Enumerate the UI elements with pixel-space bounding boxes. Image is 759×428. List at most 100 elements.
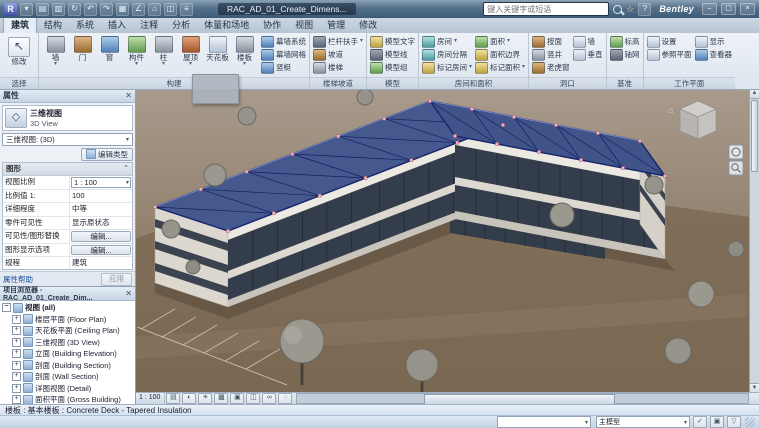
ribbon-tab[interactable]: 插入 [101,17,133,33]
redo-icon[interactable]: ↷ [100,3,113,16]
tree-item[interactable]: + 楼层平面 (Floor Plan) [0,314,135,326]
ribbon-tab[interactable]: 结构 [37,17,69,33]
ribbon-button[interactable]: 幕墙系统 [261,35,306,48]
tree-item[interactable]: + 三维视图 (3D View) [0,337,135,349]
ribbon-tab[interactable]: 建筑 [3,16,37,33]
ribbon-button[interactable]: 按面 [532,35,570,48]
expander-icon[interactable]: + [12,395,21,404]
apply-button[interactable]: 应用 [101,273,132,286]
expander-icon[interactable]: + [12,384,21,393]
measure-icon[interactable]: ∠ [132,3,145,16]
ribbon-button[interactable]: 老虎窗 [532,61,570,74]
ribbon-tab[interactable]: 管理 [320,17,352,33]
sync-icon[interactable]: ↻ [68,3,81,16]
ribbon-button[interactable]: 查看器 [695,48,733,61]
tree-item[interactable]: − 视图 (all) [0,302,135,314]
visual-style-icon[interactable] [182,393,196,404]
ribbon-button[interactable]: 竖梃 [261,61,306,74]
ribbon-tab[interactable]: 分析 [165,17,197,33]
vertical-scrollbar[interactable]: ▲ ▼ [749,89,759,393]
ribbon-tab[interactable]: 注释 [133,17,165,33]
ribbon-button[interactable]: 构件 ▾ [123,35,150,67]
close-button[interactable]: × [740,3,755,15]
ribbon-button[interactable]: 坡道 [313,48,363,61]
ribbon-button[interactable]: 竖井 [532,48,570,61]
ribbon-tab[interactable]: 系统 [69,17,101,33]
section-icon[interactable]: ◫ [164,3,177,16]
project-browser-header[interactable]: 项目浏览器 - RAC_AD_01_Create_Dim... ✕ [0,287,135,301]
editable-only-icon[interactable]: ✓ [693,416,707,428]
properties-header[interactable]: 属性 ✕ [0,89,135,103]
ribbon-tab[interactable]: 修改 [352,17,384,33]
ribbon-button[interactable]: 栏杆扶手 ▾ [313,35,363,48]
ribbon-button[interactable]: 面积边界 [475,48,525,61]
temporary-hide-isolate-icon[interactable] [262,393,276,404]
help-icon[interactable]: ? [638,3,651,16]
ribbon-button[interactable]: 面积 ▾ [475,35,525,48]
ribbon-button[interactable]: 显示 [695,35,733,48]
detail-level-icon[interactable] [166,393,180,404]
filter-icon[interactable]: ▽ [727,416,741,428]
crop-region-icon[interactable] [246,393,260,404]
tree-item[interactable]: + 天花板平面 (Ceiling Plan) [0,325,135,337]
sun-path-icon[interactable] [198,393,212,404]
ribbon-tab[interactable]: 协作 [256,17,288,33]
infocenter-search-input[interactable] [483,2,609,16]
ribbon-button[interactable]: 墙 ▾ [42,35,69,67]
undo-icon[interactable]: ↶ [84,3,97,16]
ribbon-button[interactable]: 垂直 [573,48,603,61]
ribbon-button[interactable]: 墙 [573,35,603,48]
ribbon-button[interactable]: 窗 [96,35,123,67]
ribbon-tab[interactable]: 视图 [288,17,320,33]
view-selector-combo[interactable]: 三维视图: (3D) ▾ [2,133,133,146]
maximize-button[interactable]: ▢ [721,3,736,15]
close-icon[interactable]: ✕ [125,289,132,298]
scale-button[interactable]: 1 : 100 [135,393,165,404]
resize-grip[interactable] [745,417,755,427]
section-graphics[interactable]: 图形 ⌃ [3,163,132,176]
ribbon-button[interactable]: 柱 ▾ [150,35,177,67]
qat-menu-icon[interactable]: ▾ [20,3,33,16]
search-icon[interactable] [613,5,622,14]
type-selector[interactable]: ◇ 三维视图 3D View [2,105,133,131]
shadows-icon[interactable] [214,393,228,404]
ribbon-tab[interactable]: 体量和场地 [197,17,256,33]
ribbon-button[interactable]: 标记房间 ▾ [422,61,472,74]
expander-icon[interactable]: − [2,303,11,312]
ribbon-button[interactable]: 楼梯 [313,61,363,74]
expander-icon[interactable]: + [12,326,21,335]
tree-item[interactable]: + 详图视图 (Detail) [0,383,135,395]
thin-lines-icon[interactable]: ≡ [180,3,193,16]
ribbon-button[interactable]: 模型组 [370,61,415,74]
3d-view-icon[interactable]: ⌂ [148,3,161,16]
ribbon-button[interactable]: 模型文字 [370,35,415,48]
ribbon-button[interactable]: 房间分隔 [422,48,472,61]
scroll-up-icon[interactable]: ▲ [750,89,759,99]
scrollbar-thumb[interactable] [424,394,615,404]
modify-button[interactable]: ↖ 修改 [3,35,35,66]
save-icon[interactable]: ▥ [52,3,65,16]
tree-item[interactable]: + 剖面 (Building Section) [0,360,135,372]
ribbon-button[interactable]: 门 [69,35,96,67]
expander-icon[interactable]: + [12,338,21,347]
ribbon-button[interactable]: 设置 [647,35,692,48]
reveal-hidden-icon[interactable] [278,393,292,404]
ribbon-button[interactable]: 参照平面 [647,48,692,61]
ribbon-button[interactable]: 标记面积 ▾ [475,61,525,74]
minimize-button[interactable]: – [702,3,717,15]
ribbon-button[interactable]: 幕墙网格 [261,48,306,61]
expander-icon[interactable]: + [12,361,21,370]
expander-icon[interactable]: + [12,349,21,358]
drawing-area[interactable]: ⌂ ▲ ▼ 1 : 100 [135,89,759,404]
properties-help-link[interactable]: 属性帮助 [3,274,33,285]
expander-icon[interactable]: + [12,315,21,324]
workset-combo[interactable]: ▾ [497,416,591,428]
exclude-options-icon[interactable]: ▣ [710,416,724,428]
ribbon-button[interactable]: 标高 [610,35,640,48]
horizontal-scrollbar[interactable] [296,393,749,404]
crop-view-icon[interactable] [230,393,244,404]
design-option-combo[interactable]: 主模型 ▾ [596,416,690,428]
ribbon-button[interactable]: 模型线 [370,48,415,61]
ribbon-button[interactable]: 房间 ▾ [422,35,472,48]
ribbon-button[interactable]: 屋顶 ▾ [177,35,204,67]
